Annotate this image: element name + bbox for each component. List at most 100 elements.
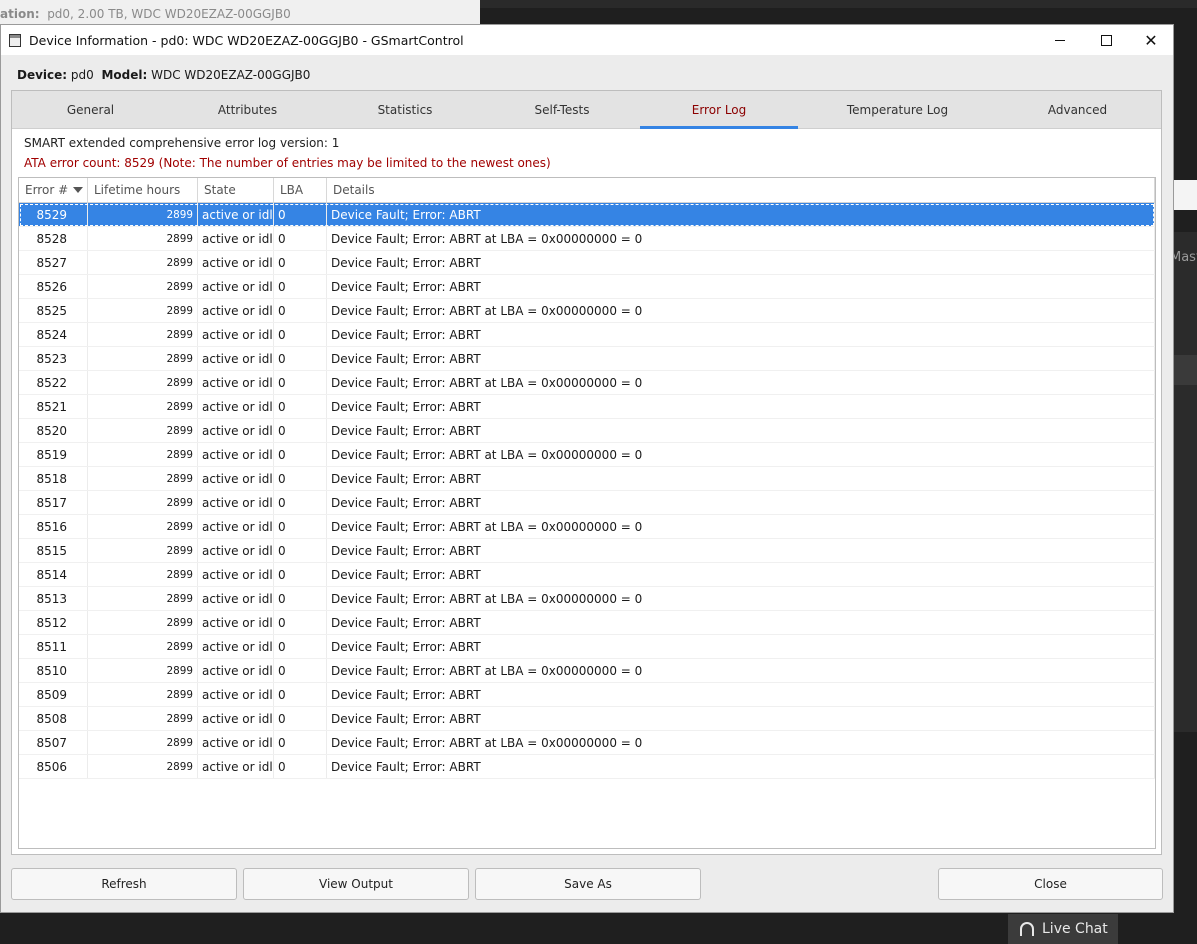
table-row[interactable]: 8507 2899 active or idle 0 Device Fault; Err… [19,731,1155,755]
table-row[interactable]: 8509 2899 active or idle 0 Device Fault; Err… [19,683,1155,707]
tab-label: Advanced [1047,102,1108,117]
maximize-button[interactable] [1083,25,1129,55]
background-panel [1174,180,1197,210]
table-row[interactable]: 8510 2899 active or idle 0 Device Fault; Err… [19,659,1155,683]
table-row[interactable]: 8519 2899 active or idle 0 Device Fault; Err… [19,443,1155,467]
details-cell: Device Fault; Error: ABRT at LBA = 0x000… [327,371,1155,394]
tab-advanced[interactable]: Advanced [997,91,1158,128]
error-number-cell: 8517 [19,491,88,514]
error-number-cell: 8526 [19,275,88,298]
table-row[interactable]: 8513 2899 active or idle 0 Device Fault; Err… [19,587,1155,611]
tab-error-log[interactable]: Error Log [640,91,798,129]
lba-cell: 0 [274,467,327,490]
lifetime-hours-cell: 2899 [88,227,198,250]
table-row[interactable]: 8506 2899 active or idle 0 Device Fault; Err… [19,755,1155,779]
state-cell: active or idle [198,371,274,394]
table-row[interactable]: 8512 2899 active or idle 0 Device Fault; Err… [19,611,1155,635]
lifetime-hours-cell: 2899 [88,491,198,514]
lba-cell: 0 [274,203,327,226]
error-number-cell: 8514 [19,563,88,586]
table-row[interactable]: 8518 2899 active or idle 0 Device Fault; Err… [19,467,1155,491]
column-header-label: Lifetime hours [94,183,181,197]
state-cell: active or idle [198,251,274,274]
state-cell: active or idle [198,467,274,490]
error-number-cell: 8509 [19,683,88,706]
table-row[interactable]: 8529 2899 active or idle 0 Device Fault; Err… [19,203,1155,227]
column-header-lba[interactable]: LBA [274,178,327,202]
details-cell: Device Fault; Error: ABRT [327,395,1155,418]
tab-temperature-log[interactable]: Temperature Log [798,91,997,128]
table-row[interactable]: 8527 2899 active or idle 0 Device Fault; Err… [19,251,1155,275]
view-output-button[interactable]: View Output [243,868,469,900]
details-cell: Device Fault; Error: ABRT [327,563,1155,586]
lifetime-hours-cell: 2899 [88,251,198,274]
table-row[interactable]: 8520 2899 active or idle 0 Device Fault; Err… [19,419,1155,443]
state-cell: active or idle [198,203,274,226]
column-header-state[interactable]: State [198,178,274,202]
title-bar[interactable]: Device Information - pd0: WDC WD20EZAZ-0… [1,25,1173,55]
close-button[interactable]: Close [938,868,1163,900]
tab-statistics[interactable]: Statistics [326,91,484,128]
lba-cell: 0 [274,587,327,610]
state-cell: active or idle [198,227,274,250]
table-row[interactable]: 8511 2899 active or idle 0 Device Fault; Err… [19,635,1155,659]
state-cell: active or idle [198,539,274,562]
background-window-bar: ation: pd0, 2.00 TB, WDC WD20EZAZ-00GGJB… [0,0,480,25]
error-number-cell: 8506 [19,755,88,778]
details-cell: Device Fault; Error: ABRT [327,323,1155,346]
table-row[interactable]: 8523 2899 active or idle 0 Device Fault; Err… [19,347,1155,371]
lba-cell: 0 [274,683,327,706]
lifetime-hours-cell: 2899 [88,563,198,586]
details-cell: Device Fault; Error: ABRT at LBA = 0x000… [327,299,1155,322]
lifetime-hours-cell: 2899 [88,323,198,346]
minimize-button[interactable] [1037,25,1083,55]
error-number-cell: 8515 [19,539,88,562]
lba-cell: 0 [274,275,327,298]
lba-cell: 0 [274,755,327,778]
lba-cell: 0 [274,299,327,322]
model-label: Model: [101,68,148,82]
lifetime-hours-cell: 2899 [88,467,198,490]
device-information-window: Device Information - pd0: WDC WD20EZAZ-0… [0,24,1174,913]
tab-general[interactable]: General [12,91,169,128]
column-header-error-number[interactable]: Error # [19,178,88,202]
save-as-button[interactable]: Save As [475,868,701,900]
state-cell: active or idle [198,443,274,466]
table-row[interactable]: 8525 2899 active or idle 0 Device Fault; Err… [19,299,1155,323]
error-number-cell: 8520 [19,419,88,442]
table-row[interactable]: 8508 2899 active or idle 0 Device Fault; Err… [19,707,1155,731]
tab-attributes[interactable]: Attributes [169,91,326,128]
column-header-details[interactable]: Details [327,178,1155,202]
table-row[interactable]: 8514 2899 active or idle 0 Device Fault; Err… [19,563,1155,587]
table-row[interactable]: 8524 2899 active or idle 0 Device Fault; Err… [19,323,1155,347]
live-chat-button[interactable]: Live Chat [1008,914,1118,944]
lba-cell: 0 [274,611,327,634]
lifetime-hours-cell: 2899 [88,611,198,634]
table-row[interactable]: 8528 2899 active or idle 0 Device Fault; Err… [19,227,1155,251]
table-row[interactable]: 8515 2899 active or idle 0 Device Fault; Err… [19,539,1155,563]
table-row[interactable]: 8522 2899 active or idle 0 Device Fault; Err… [19,371,1155,395]
lba-cell: 0 [274,347,327,370]
lba-cell: 0 [274,227,327,250]
error-number-cell: 8528 [19,227,88,250]
table-row[interactable]: 8516 2899 active or idle 0 Device Fault; Err… [19,515,1155,539]
error-log-table[interactable]: Error # Lifetime hours State LBA Details… [18,177,1156,849]
lba-cell: 0 [274,635,327,658]
table-row[interactable]: 8526 2899 active or idle 0 Device Fault; Err… [19,275,1155,299]
lba-cell: 0 [274,251,327,274]
state-cell: active or idle [198,659,274,682]
details-cell: Device Fault; Error: ABRT [327,611,1155,634]
lifetime-hours-cell: 2899 [88,755,198,778]
table-row[interactable]: 8517 2899 active or idle 0 Device Fault; Err… [19,491,1155,515]
details-cell: Device Fault; Error: ABRT [327,347,1155,370]
column-header-lifetime-hours[interactable]: Lifetime hours [88,178,198,202]
lifetime-hours-cell: 2899 [88,539,198,562]
close-window-button[interactable]: ✕ [1128,25,1174,55]
error-number-cell: 8507 [19,731,88,754]
lba-cell: 0 [274,515,327,538]
tab-self-tests[interactable]: Self-Tests [484,91,640,128]
state-cell: active or idle [198,275,274,298]
refresh-button[interactable]: Refresh [11,868,237,900]
lifetime-hours-cell: 2899 [88,275,198,298]
table-row[interactable]: 8521 2899 active or idle 0 Device Fault; Err… [19,395,1155,419]
